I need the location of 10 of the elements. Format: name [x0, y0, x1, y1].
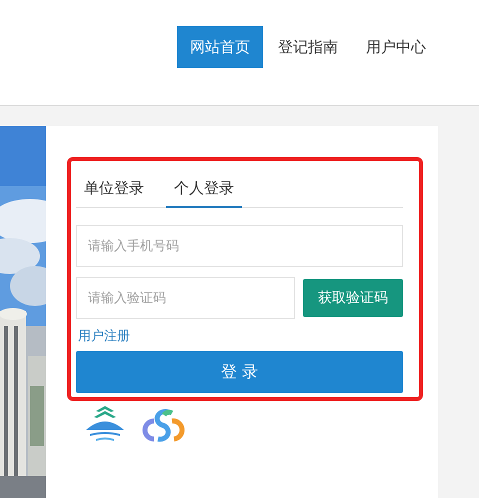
nav-item[interactable]: 网站首页 — [177, 26, 263, 68]
register-link[interactable]: 用户注册 — [78, 327, 130, 345]
phone-field[interactable]: 请输入手机号码 — [76, 225, 403, 267]
login-tab[interactable]: 单位登录 — [76, 171, 152, 208]
login-button[interactable]: 登 录 — [76, 351, 403, 393]
code-field[interactable]: 请输入验证码 — [76, 277, 295, 319]
login-tab[interactable]: 个人登录 — [166, 171, 242, 208]
nav-item[interactable]: 用户中心 — [353, 26, 439, 68]
get-code-button[interactable]: 获取验证码 — [303, 279, 403, 317]
nav-item[interactable]: 登记指南 — [265, 26, 351, 68]
